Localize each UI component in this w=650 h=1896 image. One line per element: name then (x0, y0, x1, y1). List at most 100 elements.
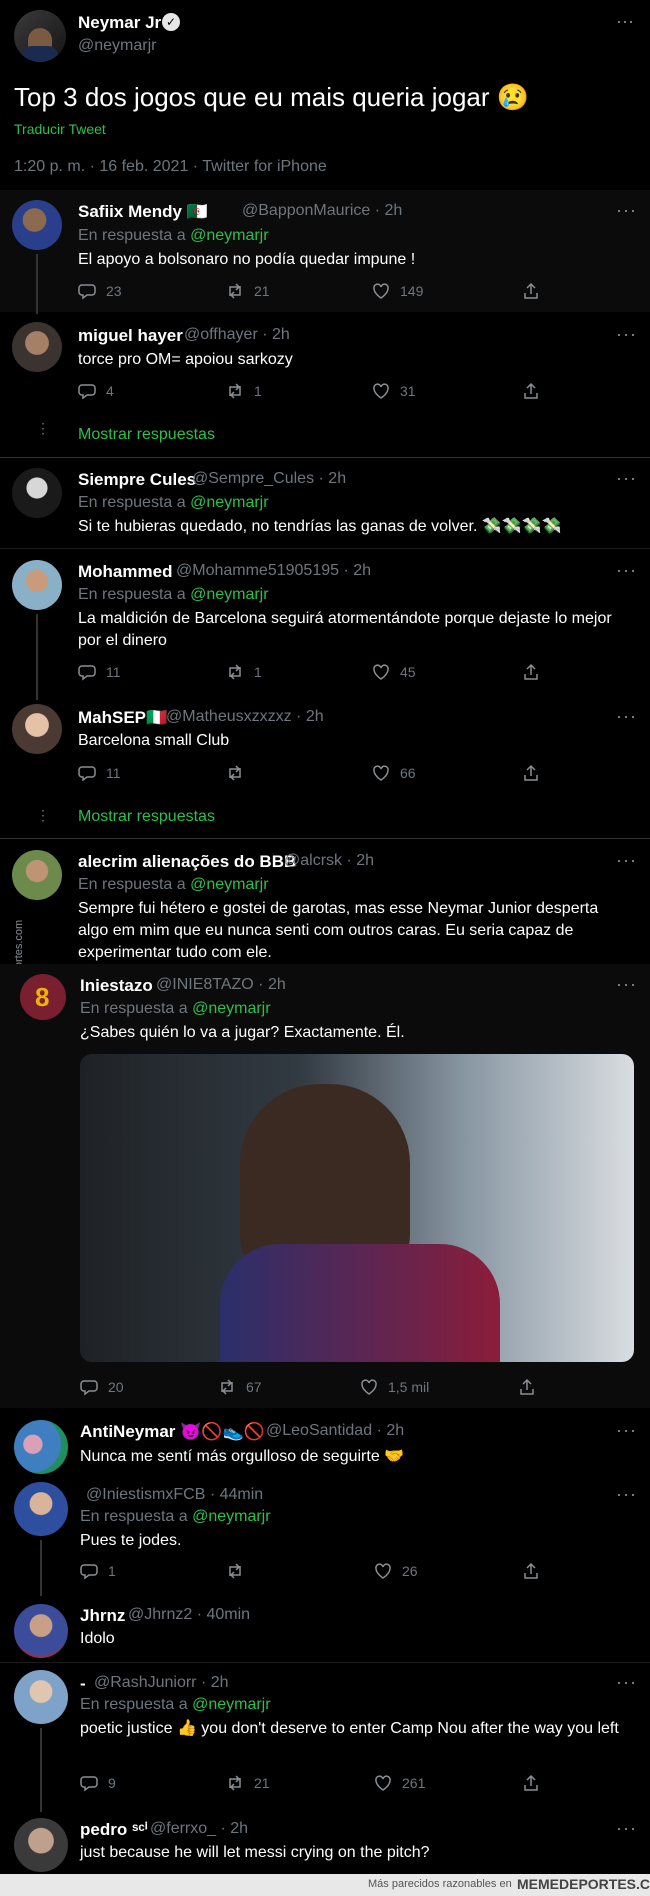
more-options-icon[interactable]: ··· (616, 1672, 637, 1693)
reply-text: Pues te jodes. (80, 1532, 182, 1549)
tweet-photo[interactable] (80, 1054, 634, 1362)
share-action[interactable] (522, 663, 540, 681)
mention-link[interactable]: @neymarjr (192, 1000, 270, 1017)
reply-name[interactable]: pedro ˢᶜⁱ (80, 1820, 148, 1840)
like-action[interactable]: 149 (372, 282, 423, 300)
share-action[interactable] (518, 1378, 536, 1396)
retweet-icon (226, 382, 244, 400)
retweet-action[interactable]: 21 (226, 1774, 270, 1792)
mention-link[interactable]: @neymarjr (190, 876, 268, 893)
reply-handle[interactable]: @LeoSantidad · 2h (266, 1422, 404, 1440)
retweet-action[interactable]: 1 (226, 382, 262, 400)
mention-link[interactable]: @neymarjr (190, 227, 268, 244)
like-action[interactable]: 1,5 mil (360, 1378, 429, 1396)
retweet-action[interactable]: 1 (226, 663, 262, 681)
thread-dots-icon: ⋮ (36, 807, 50, 823)
reply-text: torce pro OM= apoiou sarkozy (78, 351, 293, 368)
more-options-icon[interactable]: ··· (616, 1818, 637, 1839)
reply-name[interactable]: Siempre Cules (78, 470, 196, 490)
mention-link[interactable]: @neymarjr (192, 1696, 270, 1713)
mention-link[interactable]: @neymarjr (190, 586, 268, 603)
avatar[interactable] (12, 704, 62, 754)
avatar[interactable] (12, 322, 62, 372)
share-action[interactable] (522, 1774, 540, 1792)
reply-action[interactable]: 4 (78, 382, 114, 400)
retweet-action[interactable]: 21 (226, 282, 270, 300)
heart-icon (374, 1562, 392, 1580)
reply-name[interactable]: Safiix Mendy 🇩🇿 (78, 202, 208, 222)
comment-icon (78, 382, 96, 400)
comment-icon (80, 1562, 98, 1580)
more-options-icon[interactable]: ··· (616, 850, 637, 871)
more-options-icon[interactable]: ··· (616, 560, 637, 581)
more-options-icon[interactable]: ··· (616, 1420, 637, 1441)
share-action[interactable] (522, 282, 540, 300)
like-action[interactable]: 66 (372, 764, 416, 782)
retweet-action[interactable] (226, 1562, 254, 1580)
like-action[interactable]: 31 (372, 382, 416, 400)
reply-handle[interactable]: @alcrsk · 2h (284, 852, 374, 870)
reply-name[interactable]: alecrim alienações do BBB (78, 852, 296, 872)
reply-action[interactable]: 23 (78, 282, 122, 300)
avatar[interactable] (14, 1818, 68, 1872)
author-handle[interactable]: @neymarjr (78, 37, 156, 55)
retweet-action[interactable] (226, 764, 254, 782)
reply-text: ¿Sabes quién lo va a jugar? Exactamente.… (80, 1024, 405, 1041)
avatar[interactable] (12, 468, 62, 518)
more-options-icon[interactable]: ··· (616, 324, 637, 345)
like-action[interactable]: 26 (374, 1562, 418, 1580)
reply-name[interactable]: AntiNeymar 😈🚫👟🚫 (80, 1422, 265, 1442)
avatar[interactable] (12, 200, 62, 250)
avatar[interactable]: 8 (20, 974, 66, 1020)
mention-link[interactable]: @neymarjr (192, 1508, 270, 1525)
reply-handle[interactable]: @BapponMaurice · 2h (242, 202, 402, 220)
reply-text: Nunca me sentí más orgulloso de seguirte… (80, 1448, 405, 1465)
like-action[interactable]: 261 (374, 1774, 425, 1792)
more-options-icon[interactable]: ··· (616, 468, 637, 489)
more-options-icon[interactable]: ··· (616, 200, 637, 221)
more-options-icon[interactable]: ··· (616, 1484, 637, 1505)
avatar[interactable] (14, 1604, 68, 1658)
retweet-icon (226, 663, 244, 681)
reply-name[interactable]: Iniestazo (80, 976, 153, 996)
reply-action[interactable]: 20 (80, 1378, 124, 1396)
retweet-action[interactable]: 67 (218, 1378, 262, 1396)
reply-name[interactable]: Mohammed (78, 562, 172, 582)
reply-handle[interactable]: @Matheusxzxzxz · 2h (166, 708, 324, 726)
show-replies-link[interactable]: Mostrar respuestas (78, 426, 215, 444)
heart-icon (372, 282, 390, 300)
reply-handle[interactable]: @ferrxo_ · 2h (150, 1820, 248, 1838)
reply-handle[interactable]: @offhayer · 2h (184, 326, 290, 344)
share-action[interactable] (522, 764, 540, 782)
reply-handle[interactable]: @IniestismxFCB · 44min (86, 1486, 263, 1504)
translate-link[interactable]: Traducir Tweet (14, 121, 106, 137)
reply-name[interactable]: MahSEP🇮🇹 (78, 708, 167, 728)
reply-action[interactable]: 9 (80, 1774, 116, 1792)
more-options-icon[interactable]: ··· (616, 11, 634, 32)
footer-brand[interactable]: MEMEDEPORTES.COM (517, 1876, 650, 1892)
share-action[interactable] (522, 382, 540, 400)
reply-action[interactable]: 11 (78, 764, 121, 782)
reply-handle[interactable]: @Sempre_Cules · 2h (192, 470, 346, 488)
reply-handle[interactable]: @Jhrnz2 · 40min (128, 1606, 250, 1624)
avatar[interactable] (14, 10, 66, 62)
avatar[interactable] (14, 1420, 68, 1474)
avatar[interactable] (14, 1482, 68, 1536)
avatar[interactable] (12, 560, 62, 610)
show-replies-link[interactable]: Mostrar respuestas (78, 808, 215, 826)
reply-name[interactable]: miguel hayer (78, 326, 183, 346)
avatar[interactable] (14, 1670, 68, 1724)
author-name[interactable]: Neymar Jr (78, 13, 161, 33)
reply-name[interactable]: - (80, 1674, 86, 1694)
share-action[interactable] (522, 1562, 540, 1580)
more-options-icon[interactable]: ··· (616, 974, 637, 995)
more-options-icon[interactable]: ··· (616, 706, 637, 727)
reply-action[interactable]: 1 (80, 1562, 116, 1580)
reply-name[interactable]: Jhrnz (80, 1606, 125, 1626)
mention-link[interactable]: @neymarjr (190, 494, 268, 511)
reply-handle[interactable]: @RashJuniorr · 2h (94, 1674, 229, 1692)
like-action[interactable]: 45 (372, 663, 416, 681)
reply-handle[interactable]: @INIE8TAZO · 2h (156, 976, 286, 994)
reply-handle[interactable]: @Mohamme51905195 · 2h (176, 562, 371, 580)
reply-action[interactable]: 11 (78, 663, 121, 681)
